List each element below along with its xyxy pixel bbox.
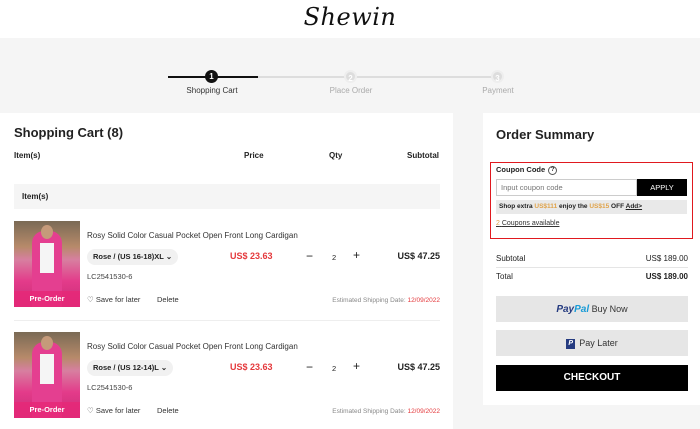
step-label-payment: Payment <box>482 86 514 95</box>
ship-date: 12/09/2022 <box>407 408 440 415</box>
promo-discount: US$15 <box>589 203 610 210</box>
variant-select[interactable]: Rose / (US 16-18)XL ⌄ <box>87 249 179 265</box>
coupons-text: Coupons available <box>501 220 560 227</box>
help-icon[interactable]: ? <box>548 165 558 175</box>
product-sku: LC2541530-6 <box>87 383 133 392</box>
promo-text: OFF <box>611 203 625 210</box>
checkout-steps: 1 Shopping Cart 2 Place Order 3 Payment <box>0 38 700 113</box>
paypal-pay-later-button[interactable]: P Pay Later <box>496 330 688 356</box>
paypal-logo: Pay <box>556 304 575 315</box>
save-for-later-button[interactable]: ♡ Save for later <box>87 406 140 415</box>
product-image[interactable]: Pre-Order <box>14 332 80 418</box>
promo-banner: Shop extra US$111 enjoy the US$15 OFF Ad… <box>496 200 687 214</box>
step-dot-3: 3 <box>491 70 504 83</box>
save-label: Save for later <box>95 406 141 415</box>
product-image[interactable]: Pre-Order <box>14 221 80 307</box>
paypal-icon: P <box>566 338 576 349</box>
cart-title: Shopping Cart (8) <box>14 125 124 140</box>
promo-threshold: US$111 <box>534 203 558 210</box>
col-price: Price <box>244 151 264 160</box>
item-group-header: Item(s) <box>14 184 440 209</box>
cart-item: Pre-Order Rosy Solid Color Casual Pocket… <box>14 221 440 315</box>
paypal-buy-now-button[interactable]: PayPal Buy Now <box>496 296 688 322</box>
item-price: US$ 23.63 <box>230 251 273 261</box>
product-name[interactable]: Rosy Solid Color Casual Pocket Open Fron… <box>87 231 298 240</box>
buy-now-label: Buy Now <box>591 304 628 314</box>
col-qty: Qty <box>329 151 343 160</box>
promo-text: enjoy the <box>559 203 588 210</box>
qty-decrease-button[interactable]: − <box>306 249 313 263</box>
variant-label: Rose / (US 12-14)L <box>93 363 159 372</box>
save-label: Save for later <box>95 295 141 304</box>
coupon-input[interactable] <box>496 179 637 196</box>
heart-icon: ♡ <box>87 295 94 304</box>
paypal-logo: Pal <box>574 304 590 315</box>
image-top <box>40 354 54 384</box>
coupons-available-link[interactable]: 2 Coupons available <box>496 220 559 227</box>
shipping-estimate: Estimated Shipping Date: 12/09/2022 <box>332 297 440 304</box>
delete-button[interactable]: Delete <box>157 295 179 304</box>
variant-label: Rose / (US 16-18)XL <box>93 252 164 261</box>
coupon-label-text: Coupon Code <box>496 165 546 174</box>
product-sku: LC2541530-6 <box>87 272 133 281</box>
promo-add-link[interactable]: Add> <box>626 203 642 210</box>
step-dot-1: 1 <box>205 70 218 83</box>
coupons-count: 2 <box>496 220 500 227</box>
image-face <box>41 225 53 239</box>
chevron-down-icon: ⌄ <box>160 363 168 372</box>
preorder-badge: Pre-Order <box>14 291 80 307</box>
chevron-down-icon: ⌄ <box>165 252 173 261</box>
step-dot-2: 2 <box>344 70 357 83</box>
coupon-label: Coupon Code? <box>496 165 558 175</box>
item-subtotal: US$ 47.25 <box>397 251 440 261</box>
heart-icon: ♡ <box>87 406 94 415</box>
cart-item: Pre-Order Rosy Solid Color Casual Pocket… <box>14 332 440 426</box>
item-divider <box>14 320 440 321</box>
qty-value[interactable]: 2 <box>332 253 336 262</box>
subtotal-row: Subtotal US$ 189.00 <box>496 254 688 263</box>
promo-text: Shop extra <box>499 203 533 210</box>
ship-label: Estimated Shipping Date: <box>332 408 406 415</box>
ship-label: Estimated Shipping Date: <box>332 297 406 304</box>
step-label-place-order: Place Order <box>329 86 373 95</box>
site-header: Shewin <box>0 0 700 38</box>
image-top <box>40 243 54 273</box>
qty-value[interactable]: 2 <box>332 364 336 373</box>
total-value: US$ 189.00 <box>645 272 688 281</box>
product-name[interactable]: Rosy Solid Color Casual Pocket Open Fron… <box>87 342 298 351</box>
qty-increase-button[interactable]: + <box>353 248 360 262</box>
subtotal-value: US$ 189.00 <box>645 254 688 263</box>
image-face <box>41 336 53 350</box>
shipping-estimate: Estimated Shipping Date: 12/09/2022 <box>332 408 440 415</box>
step-line-pending <box>258 76 498 78</box>
checkout-button[interactable]: CHECKOUT <box>496 365 688 391</box>
coupon-section: Coupon Code? APPLY Shop extra US$111 enj… <box>490 162 693 239</box>
summary-title: Order Summary <box>496 127 595 142</box>
brand-logo[interactable]: Shewin <box>0 3 700 31</box>
order-summary-panel: Order Summary Coupon Code? APPLY Shop ex… <box>483 113 700 405</box>
subtotal-label: Subtotal <box>496 254 526 263</box>
step-label-cart: Shopping Cart <box>186 86 238 95</box>
total-label: Total <box>496 272 513 281</box>
pay-later-label: Pay Later <box>579 338 618 348</box>
qty-decrease-button[interactable]: − <box>306 360 313 374</box>
ship-date: 12/09/2022 <box>407 297 440 304</box>
total-row: Total US$ 189.00 <box>496 272 688 281</box>
qty-increase-button[interactable]: + <box>353 359 360 373</box>
save-for-later-button[interactable]: ♡ Save for later <box>87 295 140 304</box>
summary-divider <box>496 267 688 268</box>
delete-button[interactable]: Delete <box>157 406 179 415</box>
col-subtotal: Subtotal <box>407 151 439 160</box>
variant-select[interactable]: Rose / (US 12-14)L ⌄ <box>87 360 174 376</box>
item-subtotal: US$ 47.25 <box>397 362 440 372</box>
apply-button[interactable]: APPLY <box>637 179 687 196</box>
group-label: Item(s) <box>22 192 49 201</box>
item-price: US$ 23.63 <box>230 362 273 372</box>
shopping-cart-panel: Shopping Cart (8) Item(s) Price Qty Subt… <box>0 113 453 429</box>
preorder-badge: Pre-Order <box>14 402 80 418</box>
col-items: Item(s) <box>14 151 41 160</box>
